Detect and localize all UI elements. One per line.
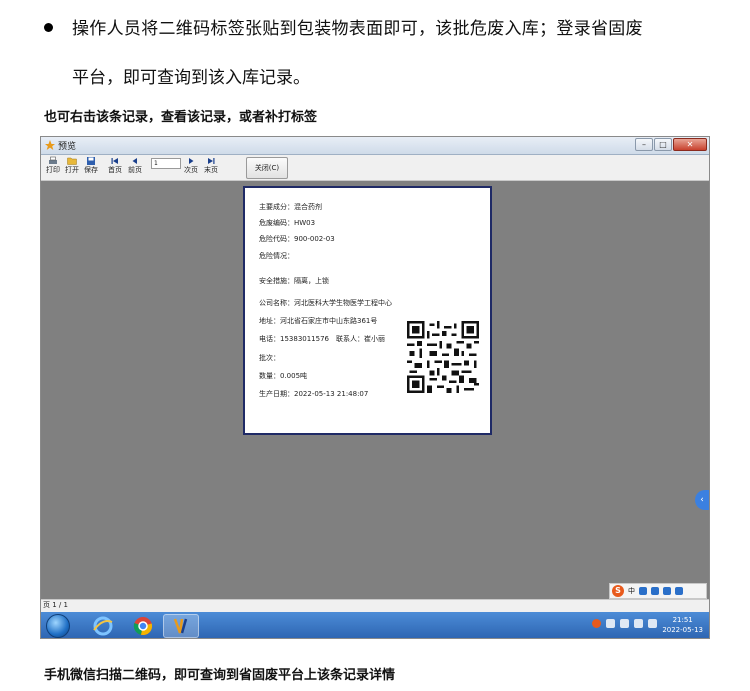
ime-toolbar[interactable]: S 中 bbox=[609, 583, 707, 599]
hazardous-waste-label: 主要成分：混合药剂 危废编码：HW03 危险代码：900-002-03 危险情况… bbox=[243, 186, 492, 435]
chevron-left-icon: ‹ bbox=[700, 495, 704, 505]
label-quantity: 数量：0.005吨 bbox=[259, 372, 308, 380]
floppy-disk-icon bbox=[87, 157, 95, 165]
print-label: 打印 bbox=[46, 166, 60, 174]
open-label: 打开 bbox=[65, 166, 79, 174]
side-panel-tab[interactable]: ‹ bbox=[695, 490, 709, 510]
last-page-icon bbox=[208, 158, 215, 164]
bullet-icon bbox=[44, 23, 53, 32]
minimize-button[interactable]: – bbox=[635, 138, 653, 151]
save-button[interactable]: 保存 bbox=[81, 156, 101, 175]
close-preview-button[interactable]: 关闭(C) bbox=[246, 157, 288, 179]
preview-app-icon bbox=[45, 140, 55, 150]
action-center-icon[interactable] bbox=[648, 619, 657, 628]
prev-page-icon bbox=[132, 158, 137, 164]
first-page-label: 首页 bbox=[108, 166, 122, 174]
ime-menu-icon[interactable] bbox=[675, 587, 683, 595]
label-production-date: 生产日期：2022-05-13 21:48:07 bbox=[259, 390, 369, 398]
instruction-text-continued: 平台，即可查询到该入库记录。 bbox=[72, 68, 310, 88]
system-tray bbox=[592, 619, 657, 628]
label-batch: 批次： bbox=[259, 354, 280, 362]
label-safety-measures: 安全措施：隔离，上锁 bbox=[259, 277, 329, 285]
ime-punctuation-icon[interactable] bbox=[639, 587, 647, 595]
caption-right-click: 也可右击该条记录，查看该记录，或者补打标签 bbox=[44, 110, 318, 125]
page-number-input[interactable]: 1 bbox=[151, 158, 181, 169]
preview-window-screenshot: 预览 – □ ✕ 打印 打开 保存 首页 前页 1 次页 末页 关闭(C) 主要… bbox=[40, 136, 710, 639]
title-bar: 预览 – □ ✕ bbox=[41, 137, 709, 155]
volume-icon[interactable] bbox=[620, 619, 629, 628]
close-window-button[interactable]: ✕ bbox=[673, 138, 707, 151]
caption-wechat-scan: 手机微信扫描二维码，即可查询到省固废平台上该条记录详情 bbox=[44, 668, 396, 683]
label-company: 公司名称：河北医科大学生物医学工程中心 bbox=[259, 299, 392, 307]
label-phone-contact: 电话：15383011576 联系人：崔小丽 bbox=[259, 335, 385, 343]
preview-canvas: 主要成分：混合药剂 危废编码：HW03 危险代码：900-002-03 危险情况… bbox=[41, 181, 709, 599]
prev-page-label: 前页 bbox=[128, 166, 142, 174]
restore-button[interactable]: □ bbox=[654, 138, 672, 151]
folder-icon bbox=[67, 157, 77, 165]
taskbar-chrome[interactable] bbox=[125, 614, 161, 638]
next-page-button[interactable]: 次页 bbox=[181, 156, 201, 175]
qr-code-icon bbox=[407, 321, 479, 393]
last-page-label: 末页 bbox=[204, 166, 218, 174]
prev-page-button[interactable]: 前页 bbox=[125, 156, 145, 175]
next-page-icon bbox=[189, 158, 194, 164]
window-title: 预览 bbox=[58, 142, 77, 152]
open-button[interactable]: 打开 bbox=[62, 156, 82, 175]
tray-arrow-icon[interactable] bbox=[606, 619, 615, 628]
start-button[interactable] bbox=[46, 614, 70, 638]
clock-date: 2022-05-13 bbox=[662, 626, 703, 634]
instruction-text: 操作人员将二维码标签张贴到包装物表面即可，该批危废入库；登录省固废 bbox=[72, 19, 643, 39]
taskbar-ie[interactable] bbox=[85, 614, 121, 638]
taskbar-clock[interactable]: 21:51 2022-05-13 bbox=[662, 615, 703, 635]
toolbar: 打印 打开 保存 首页 前页 1 次页 末页 关闭(C) bbox=[41, 155, 709, 181]
label-hazard-code: 危险代码：900-002-03 bbox=[259, 235, 335, 243]
first-page-button[interactable]: 首页 bbox=[105, 156, 125, 175]
chrome-icon bbox=[133, 617, 153, 636]
printer-icon bbox=[49, 156, 57, 164]
label-hazard-status: 危险情况： bbox=[259, 252, 294, 260]
taskbar: 21:51 2022-05-13 bbox=[41, 612, 709, 638]
internet-explorer-icon bbox=[93, 616, 113, 636]
ime-voice-icon[interactable] bbox=[651, 587, 659, 595]
status-bar: 页 1 / 1 bbox=[41, 599, 709, 612]
next-page-label: 次页 bbox=[184, 166, 198, 174]
print-button[interactable]: 打印 bbox=[43, 156, 63, 175]
ime-keyboard-icon[interactable] bbox=[663, 587, 671, 595]
network-icon[interactable] bbox=[634, 619, 643, 628]
first-page-icon bbox=[111, 158, 118, 164]
window-controls: – □ ✕ bbox=[634, 138, 707, 151]
label-main-component: 主要成分：混合药剂 bbox=[259, 203, 322, 211]
taskbar-app-active[interactable] bbox=[163, 614, 199, 638]
label-address: 地址：河北省石家庄市中山东路361号 bbox=[259, 317, 378, 325]
page-indicator: 页 1 / 1 bbox=[43, 601, 68, 609]
app-arrow-icon bbox=[173, 618, 188, 634]
sogou-logo-icon: S bbox=[612, 585, 624, 597]
save-label: 保存 bbox=[84, 166, 98, 174]
label-waste-code: 危废编码：HW03 bbox=[259, 219, 316, 227]
clock-time: 21:51 bbox=[672, 616, 693, 624]
last-page-button[interactable]: 末页 bbox=[201, 156, 221, 175]
ime-language[interactable]: 中 bbox=[628, 586, 635, 596]
sogou-tray-icon[interactable] bbox=[592, 619, 601, 628]
